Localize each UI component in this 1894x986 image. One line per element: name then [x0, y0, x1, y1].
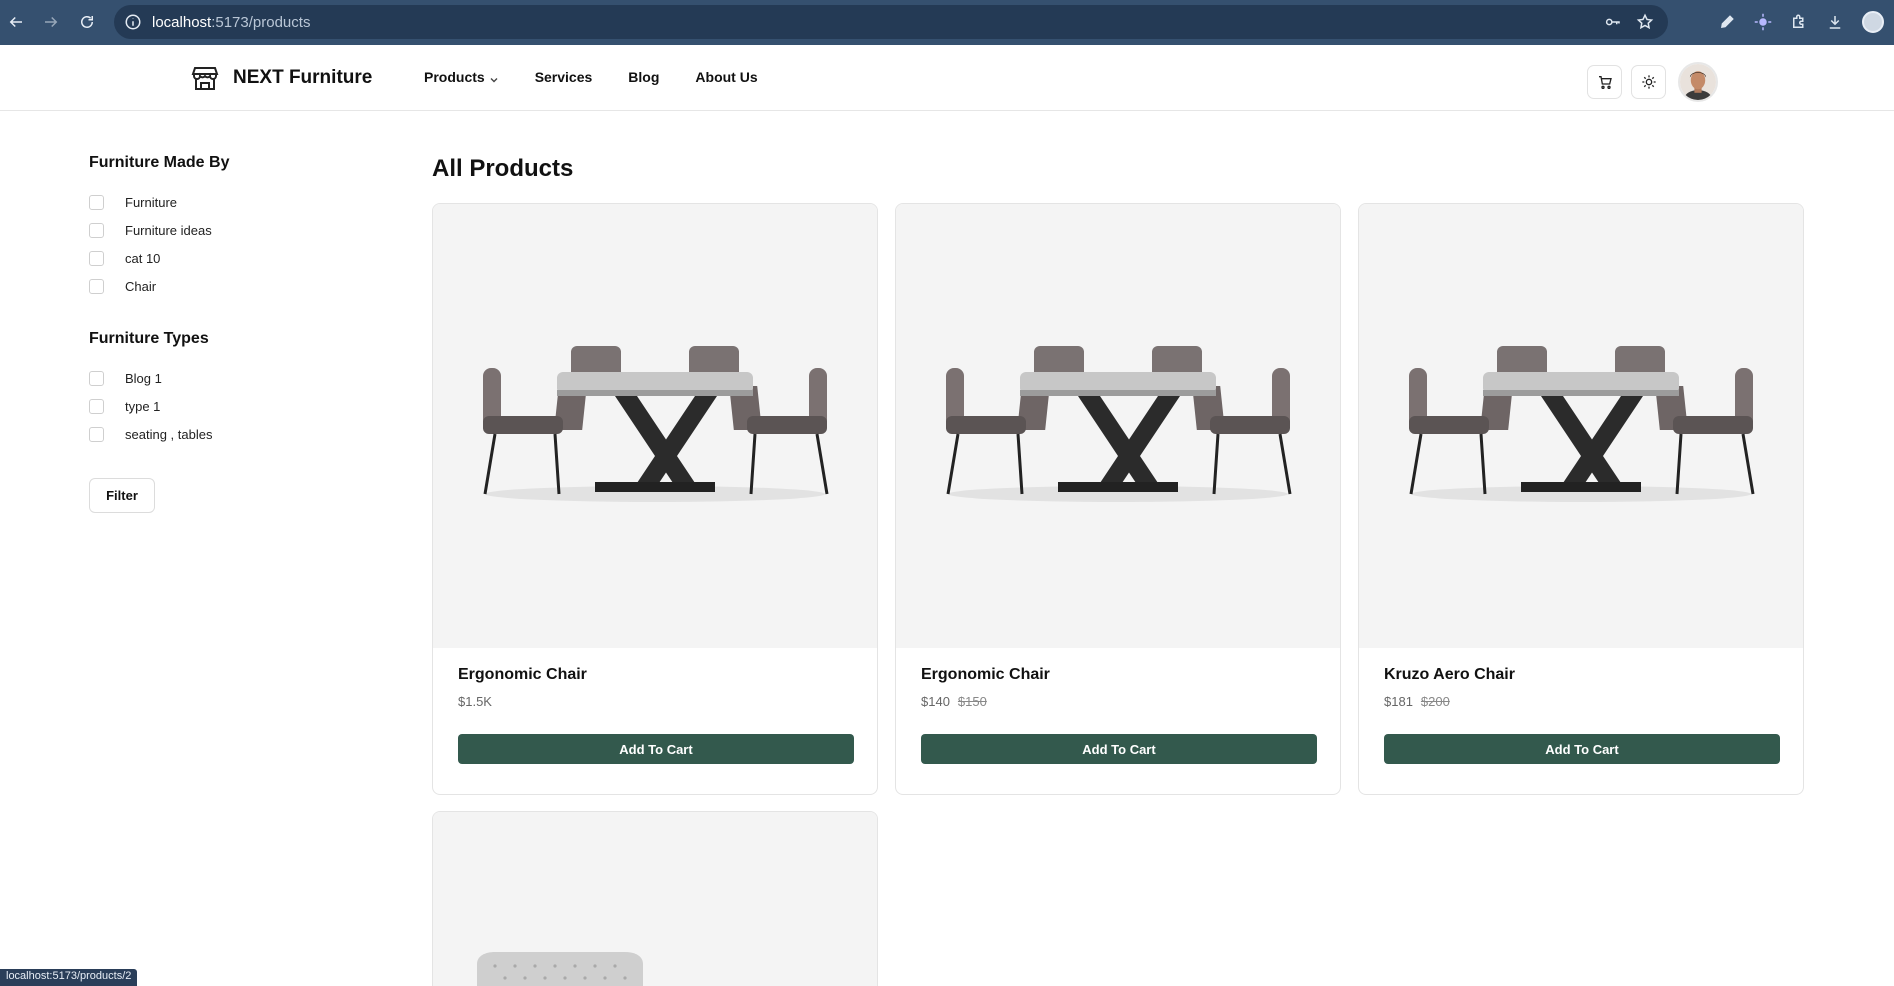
product-name[interactable]: Kruzo Aero Chair: [1384, 666, 1778, 684]
types-list: Blog 1 type 1 seating , tables: [89, 364, 349, 448]
checkbox[interactable]: [89, 250, 104, 266]
product-grid: Ergonomic Chair $1.5K Add To Cart Ergono…: [432, 203, 1804, 986]
site-info-icon[interactable]: [124, 13, 142, 31]
url-text: localhost:5173/products: [152, 13, 311, 31]
profile-avatar-icon[interactable]: [1862, 11, 1884, 33]
key-icon[interactable]: [1604, 13, 1622, 31]
filter-option[interactable]: cat 10: [89, 244, 349, 272]
product-name[interactable]: Ergonomic Chair: [458, 666, 852, 684]
star-icon[interactable]: [1636, 13, 1654, 31]
product-card[interactable]: Kruzo Aero Chair $181 $200 Add To Cart: [1358, 203, 1804, 795]
store-icon: [191, 64, 219, 92]
made-by-list: Furniture Furniture ideas cat 10 Chair: [89, 188, 349, 300]
checkbox[interactable]: [89, 426, 104, 442]
filter-option[interactable]: Chair: [89, 272, 349, 300]
filter-option[interactable]: type 1: [89, 392, 349, 420]
current-price: $181: [1384, 694, 1413, 709]
nav-products-label: Products: [424, 69, 485, 85]
dining-set-illustration: [1409, 346, 1755, 502]
cart-icon: [1598, 76, 1612, 89]
filters-sidebar: Furniture Made By Furniture Furniture id…: [89, 154, 349, 513]
gear-icon[interactable]: [1754, 13, 1772, 31]
add-to-cart-button[interactable]: Add To Cart: [921, 734, 1317, 764]
filter-label: Furniture ideas: [125, 222, 212, 238]
product-image[interactable]: [433, 812, 877, 986]
filter-label: Furniture: [125, 194, 178, 210]
dining-set-illustration: [483, 346, 829, 502]
types-title: Furniture Types: [89, 330, 209, 347]
filter-button[interactable]: Filter: [89, 478, 155, 513]
checkbox[interactable]: [89, 194, 104, 210]
address-bar[interactable]: localhost:5173/products: [114, 5, 1668, 39]
add-to-cart-button[interactable]: Add To Cart: [458, 734, 854, 764]
nav-services[interactable]: Services: [535, 69, 593, 85]
back-icon[interactable]: [2, 8, 30, 36]
theme-toggle-button[interactable]: [1631, 65, 1666, 99]
filter-label: Blog 1: [125, 370, 162, 386]
main-nav: Products Services Blog About Us: [424, 69, 758, 85]
dining-set-illustration: [946, 346, 1292, 502]
product-name[interactable]: Ergonomic Chair: [921, 666, 1315, 684]
extensions-area: [1718, 11, 1884, 33]
sun-icon: [1641, 75, 1656, 89]
product-card[interactable]: [432, 811, 878, 986]
nav-blog[interactable]: Blog: [628, 69, 659, 85]
product-info: Ergonomic Chair $140 $150 Add To Cart: [896, 648, 1340, 782]
current-price: $1.5K: [458, 694, 492, 709]
forward-icon[interactable]: [37, 8, 65, 36]
product-image[interactable]: [896, 204, 1340, 648]
price: $140 $150: [921, 694, 1315, 709]
product-card[interactable]: Ergonomic Chair $140 $150 Add To Cart: [895, 203, 1341, 795]
checkbox[interactable]: [89, 398, 104, 414]
link-status-bubble: localhost:5173/products/2: [0, 969, 138, 986]
site-header: NEXT Furniture Products Services Blog Ab…: [0, 45, 1894, 111]
filter-option[interactable]: Furniture ideas: [89, 216, 349, 244]
nav-products[interactable]: Products: [424, 69, 499, 85]
filter-label: type 1: [125, 398, 161, 414]
product-info: Ergonomic Chair $1.5K Add To Cart: [433, 648, 877, 782]
nav-about[interactable]: About Us: [695, 69, 757, 85]
product-card[interactable]: Ergonomic Chair $1.5K Add To Cart: [432, 203, 878, 795]
filter-label: cat 10: [125, 250, 161, 266]
brand-name: NEXT Furniture: [233, 67, 373, 88]
product-image[interactable]: [433, 204, 877, 648]
old-price: $200: [1420, 694, 1450, 709]
pen-icon[interactable]: [1718, 13, 1736, 31]
puzzle-icon[interactable]: [1790, 13, 1808, 31]
filter-label: Chair: [125, 278, 157, 294]
current-price: $140: [921, 694, 950, 709]
checkbox[interactable]: [89, 222, 104, 238]
upholstered-bed-illustration: [477, 952, 643, 986]
user-avatar[interactable]: [1678, 62, 1718, 102]
download-icon[interactable]: [1826, 13, 1844, 31]
product-info: Kruzo Aero Chair $181 $200 Add To Cart: [1359, 648, 1803, 782]
page-title: All Products: [432, 155, 574, 182]
reload-icon[interactable]: [73, 8, 101, 36]
chevron-down-icon: [489, 72, 499, 83]
cart-button[interactable]: [1587, 65, 1622, 99]
price: $181 $200: [1384, 694, 1778, 709]
product-image[interactable]: [1359, 204, 1803, 648]
brand[interactable]: NEXT Furniture: [191, 64, 372, 92]
filter-option[interactable]: Furniture: [89, 188, 349, 216]
made-by-title: Furniture Made By: [89, 154, 230, 171]
old-price: $150: [957, 694, 987, 709]
add-to-cart-button[interactable]: Add To Cart: [1384, 734, 1780, 764]
filter-label: seating , tables: [125, 426, 213, 442]
filter-option[interactable]: seating , tables: [89, 420, 349, 448]
price: $1.5K: [458, 694, 852, 709]
checkbox[interactable]: [89, 278, 104, 294]
browser-toolbar: localhost:5173/products: [0, 0, 1894, 45]
checkbox[interactable]: [89, 370, 104, 386]
filter-option[interactable]: Blog 1: [89, 364, 349, 392]
header-actions: [1587, 62, 1718, 102]
